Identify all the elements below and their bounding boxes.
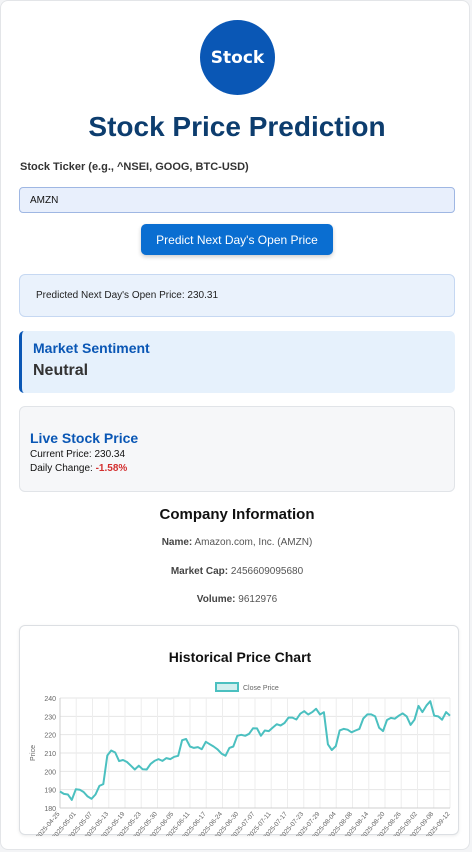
daily-change-label: Daily Change:: [30, 463, 93, 474]
market-sentiment-panel: Market Sentiment Neutral: [19, 331, 455, 393]
company-info-title: Company Information: [159, 506, 315, 523]
y-axis-label: Price: [30, 745, 37, 761]
y-tick-label: 220: [44, 733, 56, 740]
sentiment-title: Market Sentiment: [33, 340, 150, 356]
current-price-row: Current Price: 230.34: [30, 449, 454, 460]
price-chart: 1801902002102202302402025-04-252025-05-0…: [30, 682, 452, 836]
company-name-value: Amazon.com, Inc. (AMZN): [194, 537, 313, 548]
ticker-input[interactable]: [19, 187, 455, 213]
volume-label: Volume:: [196, 594, 236, 605]
stock-logo: Stock: [200, 20, 275, 95]
y-tick-label: 210: [44, 751, 56, 758]
prediction-result: Predicted Next Day's Open Price: 230.31: [19, 274, 455, 317]
company-name-row: Name: Amazon.com, Inc. (AMZN): [1, 537, 472, 548]
market-cap-value: 2456609095680: [230, 566, 304, 577]
logo-text: Stock: [210, 47, 265, 68]
live-price-title: Live Stock Price: [30, 430, 139, 446]
sentiment-value: Neutral: [33, 362, 89, 379]
y-tick-label: 200: [44, 769, 56, 776]
live-price-panel: Live Stock Price Current Price: 230.34 D…: [19, 406, 455, 492]
page-card: Stock Stock Price Prediction Stock Ticke…: [0, 0, 470, 850]
legend-swatch: [215, 682, 239, 692]
market-cap-label: Market Cap:: [170, 566, 229, 577]
predict-button[interactable]: Predict Next Day's Open Price: [141, 224, 333, 255]
ticker-label: Stock Ticker (e.g., ^NSEI, GOOG, BTC-USD…: [20, 161, 249, 173]
volume-value: 9612976: [238, 594, 278, 605]
y-tick-label: 230: [44, 714, 56, 721]
current-price-value: 230.34: [94, 449, 126, 460]
y-tick-label: 190: [44, 788, 56, 795]
volume-row: Volume: 9612976: [1, 594, 472, 605]
historical-chart-card: Historical Price Chart 180 190 200 210 220 23…: [19, 625, 459, 836]
y-tick-label: 240: [44, 696, 56, 703]
current-price-label: Current Price:: [30, 449, 92, 460]
company-name-label: Name:: [161, 537, 193, 548]
legend-label: Close Price: [243, 685, 279, 692]
market-cap-row: Market Cap: 2456609095680: [1, 566, 472, 577]
daily-change-value: -1.58%: [95, 463, 128, 474]
daily-change-row: Daily Change: -1.58%: [30, 463, 454, 474]
page-title: Stock Price Prediction: [88, 111, 386, 142]
